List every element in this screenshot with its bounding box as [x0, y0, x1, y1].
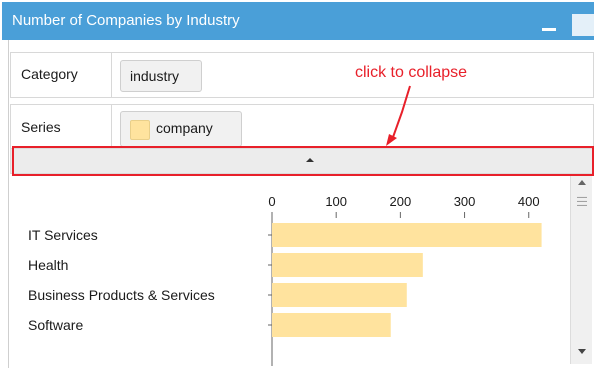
series-color-swatch: [130, 120, 150, 140]
category-field-chip[interactable]: industry: [120, 60, 202, 92]
minimize-button[interactable]: [542, 28, 556, 31]
category-label: Category: [21, 66, 78, 82]
category-row: Category industry: [10, 52, 594, 98]
row-divider: [111, 105, 112, 149]
category-label: IT Services: [28, 227, 98, 243]
series-row: Series company: [10, 104, 594, 150]
category-label: Health: [28, 257, 68, 273]
bar: [272, 283, 407, 307]
series-field-label: company: [156, 120, 213, 136]
bar: [272, 253, 423, 277]
series-field-chip[interactable]: company: [120, 111, 242, 147]
x-tick-label: 400: [518, 194, 540, 209]
bar: [272, 313, 391, 337]
x-tick-label: 200: [390, 194, 412, 209]
scroll-up-arrow-icon[interactable]: [578, 180, 586, 185]
bar-chart: 0 100 200 300 400 IT Services Health Business P…: [28, 194, 542, 366]
scroll-down-arrow-icon[interactable]: [578, 349, 586, 354]
category-label: Software: [28, 317, 83, 333]
x-tick-label: 0: [268, 194, 275, 209]
annotation-text: click to collapse: [355, 64, 468, 81]
annotation-highlight-rect: [12, 146, 594, 176]
category-label: Business Products & Services: [28, 287, 215, 303]
x-tick-label: 100: [325, 194, 347, 209]
maximize-button[interactable]: [572, 14, 594, 36]
series-label: Series: [21, 119, 61, 135]
x-tick-label: 300: [454, 194, 476, 209]
window-titlebar: Number of Companies by Industry: [2, 2, 594, 40]
chart-scrollbar[interactable]: — — —: [570, 176, 592, 364]
scroll-grip-icon[interactable]: — — —: [577, 193, 587, 211]
annotation-arrow-icon: [386, 85, 411, 146]
bar: [272, 223, 542, 247]
row-divider: [111, 53, 112, 97]
window-title: Number of Companies by Industry: [12, 12, 240, 29]
